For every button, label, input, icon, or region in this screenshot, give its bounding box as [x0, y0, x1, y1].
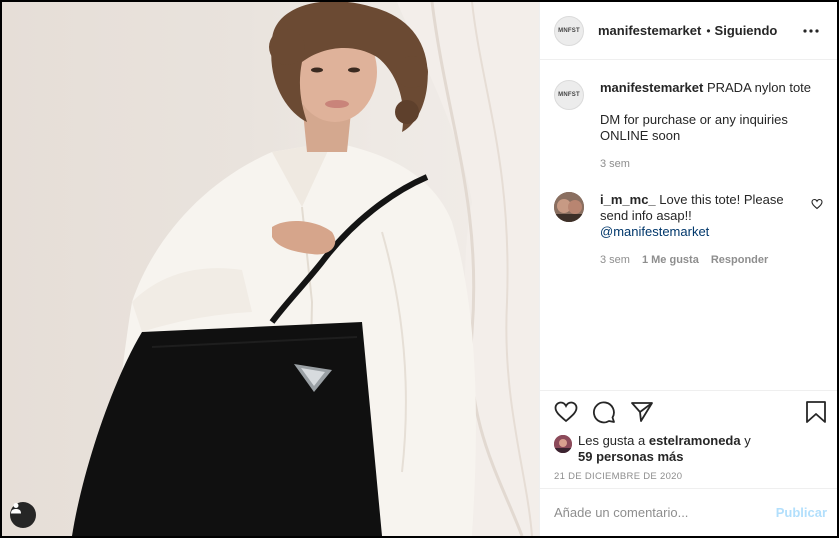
comment-input[interactable]: [554, 505, 776, 520]
post-header: MNFST manifestemarket • Siguiendo: [540, 2, 837, 60]
separator-dot: •: [706, 23, 711, 38]
comment-reply-button[interactable]: Responder: [711, 252, 768, 268]
follow-status-button[interactable]: Siguiendo: [715, 23, 778, 38]
comment-mention-link[interactable]: @manifestemarket: [600, 224, 709, 239]
account-username[interactable]: manifestemarket: [598, 23, 701, 38]
liker-photo: [554, 435, 572, 453]
comments-list: MNFST manifestemarket PRADA nylon tote D…: [540, 60, 837, 390]
share-icon: [631, 402, 653, 422]
more-options-button[interactable]: [799, 19, 823, 43]
post-side-panel: MNFST manifestemarket • Siguiendo MNFST …: [539, 2, 837, 536]
caption-avatar[interactable]: MNFST: [554, 80, 584, 110]
heart-icon-small: [811, 198, 823, 210]
comment-time[interactable]: 3 sem: [600, 252, 630, 268]
commenter-avatar[interactable]: [554, 192, 584, 222]
likes-conjunction: y: [744, 433, 751, 448]
more-options-icon: [803, 28, 819, 33]
likes-others-link[interactable]: 59 personas más: [578, 449, 684, 464]
caption-time[interactable]: 3 sem: [600, 156, 630, 172]
comment-body: i_m_mc_ Love this tote! Please send info…: [600, 192, 803, 268]
caption-username[interactable]: manifestemarket: [600, 80, 703, 95]
photo-illustration: [72, 2, 539, 536]
liker-avatar[interactable]: [554, 435, 572, 453]
comment-icon: [593, 401, 615, 424]
action-icons-bar: [554, 391, 827, 433]
liker-username[interactable]: estelramoneda: [649, 433, 741, 448]
comment-username[interactable]: i_m_mc_: [600, 192, 656, 207]
caption-meta: 3 sem: [600, 156, 823, 172]
comment-likes-count[interactable]: 1 Me gusta: [642, 252, 699, 268]
instagram-post-window: MNFST manifestemarket • Siguiendo MNFST …: [2, 2, 837, 536]
caption-avatar-text: MNFST: [558, 92, 580, 98]
comment-meta: 3 sem 1 Me gusta Responder: [600, 252, 803, 268]
post-date[interactable]: 21 DE DICIEMBRE DE 2020: [554, 471, 827, 482]
caption-text-line1: PRADA nylon tote: [706, 80, 812, 95]
add-comment-form: Publicar: [540, 488, 837, 536]
post-actions: Les gusta a estelramoneda y 59 personas …: [540, 390, 837, 488]
avatar-text: MNFST: [558, 27, 580, 34]
caption-row: MNFST manifestemarket PRADA nylon tote D…: [554, 80, 823, 172]
comment-like-button[interactable]: [811, 198, 823, 210]
comment-button[interactable]: [592, 400, 616, 424]
caption-text-line2: DM for purchase or any inquiries ONLINE …: [600, 112, 788, 143]
post-photo[interactable]: [2, 2, 539, 536]
publish-button[interactable]: Publicar: [776, 505, 827, 520]
save-button[interactable]: [805, 400, 827, 424]
likes-summary: Les gusta a estelramoneda y 59 personas …: [554, 433, 827, 465]
user-tag-button[interactable]: [10, 502, 36, 528]
comment-row: i_m_mc_ Love this tote! Please send info…: [554, 192, 823, 268]
account-avatar[interactable]: MNFST: [554, 15, 584, 46]
like-button[interactable]: [554, 400, 578, 424]
caption-body: manifestemarket PRADA nylon tote DM for …: [600, 80, 823, 172]
heart-icon: [554, 401, 578, 423]
bookmark-icon: [806, 401, 826, 423]
likes-prefix: Les gusta a: [578, 433, 646, 448]
likes-text: Les gusta a estelramoneda y 59 personas …: [578, 433, 751, 465]
user-tag-icon: [11, 503, 21, 514]
commenter-photo: [554, 192, 584, 222]
share-button[interactable]: [630, 400, 654, 424]
